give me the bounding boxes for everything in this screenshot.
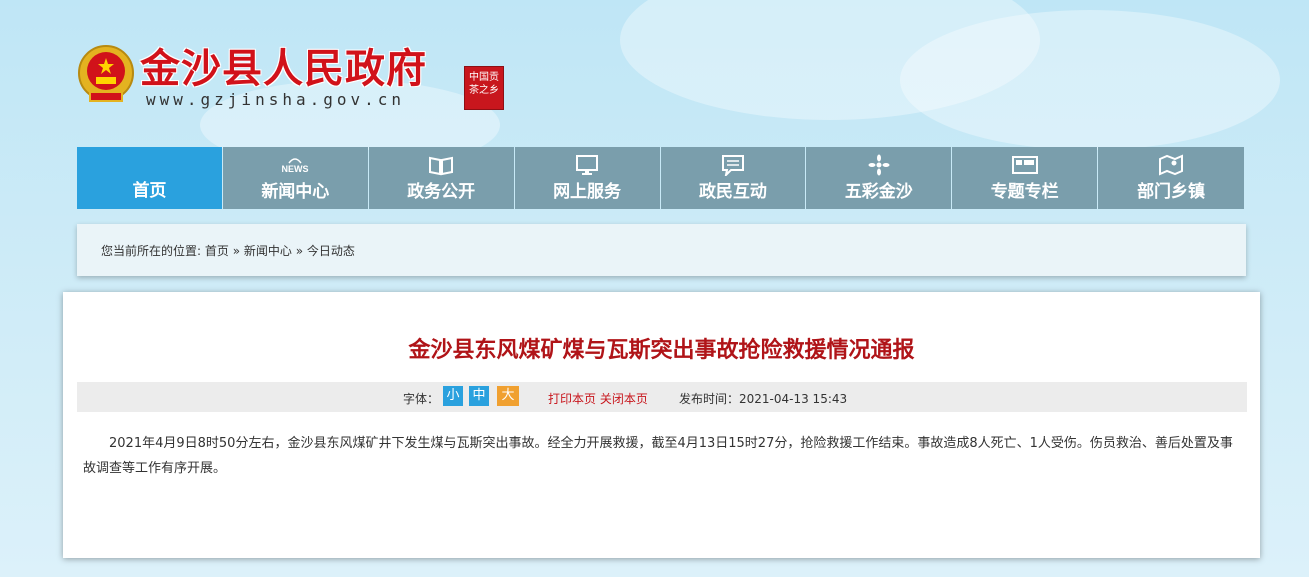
site-url: www.gzjinsha.gov.cn bbox=[146, 90, 406, 109]
article-title: 金沙县东风煤矿煤与瓦斯突出事故抢险救援情况通报 bbox=[408, 338, 915, 363]
book-icon bbox=[429, 156, 454, 176]
nav-item-government[interactable]: 政务公开 bbox=[368, 147, 514, 209]
font-small-button[interactable]: 小 bbox=[443, 386, 463, 406]
nav-item-label: 政民互动 bbox=[698, 182, 767, 202]
svg-text:NEWS: NEWS bbox=[282, 164, 309, 174]
font-large-button[interactable]: 大 bbox=[497, 386, 519, 406]
nav-item-label: 新闻中心 bbox=[261, 182, 330, 202]
site-title: 金沙县人民政府 bbox=[140, 46, 427, 92]
breadcrumb-separator: » bbox=[232, 244, 241, 258]
map-icon bbox=[1159, 154, 1184, 176]
flower-icon bbox=[868, 154, 890, 176]
news-icon: NEWS bbox=[282, 158, 309, 174]
nav-item-home[interactable]: 首页 bbox=[77, 147, 222, 209]
nav-item-news[interactable]: NEWS 新闻中心 bbox=[222, 147, 368, 209]
article-panel: 金沙县东风煤矿煤与瓦斯突出事故抢险救援情况通报 字体： 小 中 大 打印本页 关… bbox=[63, 292, 1260, 558]
font-medium-button[interactable]: 中 bbox=[469, 386, 489, 406]
breadcrumb-prefix: 您当前所在的位置: bbox=[101, 244, 202, 258]
nav-item-label: 政务公开 bbox=[407, 182, 476, 202]
breadcrumb-bar: 您当前所在的位置: 首页 » 新闻中心 » 今日动态 bbox=[77, 224, 1246, 276]
breadcrumb-home-link[interactable]: 首页 bbox=[205, 244, 229, 258]
nav-item-label: 部门乡镇 bbox=[1137, 182, 1206, 202]
nav-item-label: 专题专栏 bbox=[990, 182, 1059, 202]
nav-item-interaction[interactable]: 政民互动 bbox=[660, 147, 806, 209]
folder-icon bbox=[1011, 156, 1038, 174]
national-emblem-icon bbox=[78, 45, 134, 102]
article-info-bar: 字体： 小 中 大 打印本页 关闭本页 发布时间：2021-04-13 15:4… bbox=[77, 382, 1247, 412]
nav-item-label: 五彩金沙 bbox=[844, 182, 913, 202]
print-page-link[interactable]: 打印本页 bbox=[548, 392, 596, 406]
font-size-label: 字体： bbox=[403, 392, 440, 406]
breadcrumb: 您当前所在的位置: 首页 » 新闻中心 » 今日动态 bbox=[101, 242, 355, 259]
close-page-link[interactable]: 关闭本页 bbox=[600, 392, 648, 406]
print-close-links: 打印本页 关闭本页 bbox=[548, 390, 648, 407]
nav-item-colorful-jinsha[interactable]: 五彩金沙 bbox=[806, 147, 952, 209]
breadcrumb-today-link[interactable]: 今日动态 bbox=[307, 244, 355, 258]
chat-icon bbox=[721, 155, 744, 176]
main-nav: 首页 NEWS 新闻中心 政务公开 网上服务 政民互动 五彩金沙 专题专栏 部门… bbox=[77, 147, 1244, 209]
publish-time: 发布时间：2021-04-13 15:43 bbox=[679, 392, 848, 406]
nav-item-label: 首页 bbox=[132, 181, 167, 201]
nav-item-departments[interactable]: 部门乡镇 bbox=[1098, 147, 1244, 209]
breadcrumb-news-link[interactable]: 新闻中心 bbox=[244, 244, 292, 258]
nav-item-online-service[interactable]: 网上服务 bbox=[514, 147, 660, 209]
seal-stamp: 中国贡 茶之乡 bbox=[464, 66, 504, 110]
nav-item-label: 网上服务 bbox=[553, 182, 622, 202]
monitor-icon bbox=[576, 155, 599, 175]
article-body: 2021年4月9日8时50分左右，金沙县东风煤矿井下发生煤与瓦斯突出事故。经全力… bbox=[83, 436, 1233, 476]
breadcrumb-separator: » bbox=[295, 244, 304, 258]
nav-item-special-topics[interactable]: 专题专栏 bbox=[952, 147, 1098, 209]
